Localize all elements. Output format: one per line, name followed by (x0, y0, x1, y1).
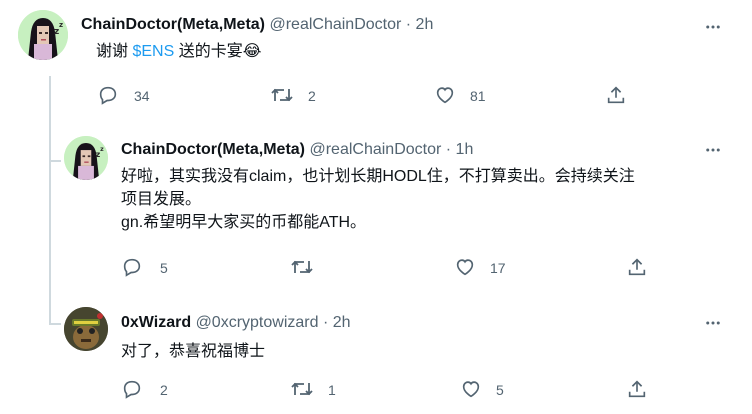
more-icon[interactable] (704, 141, 722, 159)
author-handle[interactable]: @realChainDoctor (309, 141, 441, 158)
tweet-text-line: 项目发展。 (121, 191, 202, 208)
timestamp[interactable]: · 2h (323, 314, 351, 331)
reply-icon[interactable] (121, 256, 143, 278)
tweet-text-line: gn.希望明早大家买的币都能ATH。 (121, 214, 367, 231)
avatar[interactable]: z z (64, 136, 108, 180)
tweet-text: 好啦，其实我没有claim，也计划长期HODL住，不打算卖出。会持续关注 项目发… (121, 165, 635, 234)
reply-icon[interactable] (121, 378, 143, 400)
reply-icon[interactable] (97, 84, 119, 106)
tweet-text-line: 好啦，其实我没有claim，也计划长期HODL住，不打算卖出。会持续关注 (121, 168, 635, 185)
avatar[interactable] (64, 307, 108, 351)
heart-icon[interactable] (434, 84, 456, 106)
author-name[interactable]: ChainDoctor(Meta,Meta) (121, 141, 305, 158)
like-count: 5 (496, 382, 504, 398)
author-handle[interactable]: @0xcryptowizard (196, 314, 319, 331)
reply-count: 34 (134, 88, 150, 104)
share-icon[interactable] (626, 256, 648, 278)
tweet-text: 谢谢 $ENS 送的卡宴😂 (96, 40, 261, 63)
thread-connector (49, 323, 61, 325)
retweet-icon[interactable] (270, 84, 294, 106)
timestamp[interactable]: · 1h (446, 141, 474, 158)
retweet-count: 2 (308, 88, 316, 104)
more-icon[interactable] (704, 314, 722, 332)
tweet-text: 对了，恭喜祝福博士 (121, 343, 266, 360)
share-icon[interactable] (605, 84, 627, 106)
thread-line (49, 76, 51, 324)
reply-count: 2 (160, 382, 168, 398)
like-count: 17 (490, 260, 506, 276)
cashtag-link[interactable]: $ENS (132, 43, 174, 60)
reply-count: 5 (160, 260, 168, 276)
retweet-count: 1 (328, 382, 336, 398)
retweet-icon[interactable] (290, 256, 314, 278)
tweet-text-part: 送的卡宴😂 (174, 43, 262, 60)
like-count: 81 (470, 88, 486, 104)
avatar[interactable]: z z (18, 10, 68, 60)
thread-connector (49, 160, 61, 162)
share-icon[interactable] (626, 378, 648, 400)
heart-icon[interactable] (454, 256, 476, 278)
svg-text:z: z (100, 146, 104, 153)
retweet-icon[interactable] (290, 378, 314, 400)
tweet-text-part: 谢谢 (96, 43, 133, 60)
author-handle[interactable]: @realChainDoctor (269, 16, 401, 33)
author-name[interactable]: ChainDoctor(Meta,Meta) (81, 16, 265, 33)
author-name[interactable]: 0xWizard (121, 314, 191, 331)
timestamp[interactable]: · 2h (406, 16, 434, 33)
svg-text:z: z (59, 21, 63, 29)
more-icon[interactable] (704, 18, 722, 36)
heart-icon[interactable] (460, 378, 482, 400)
